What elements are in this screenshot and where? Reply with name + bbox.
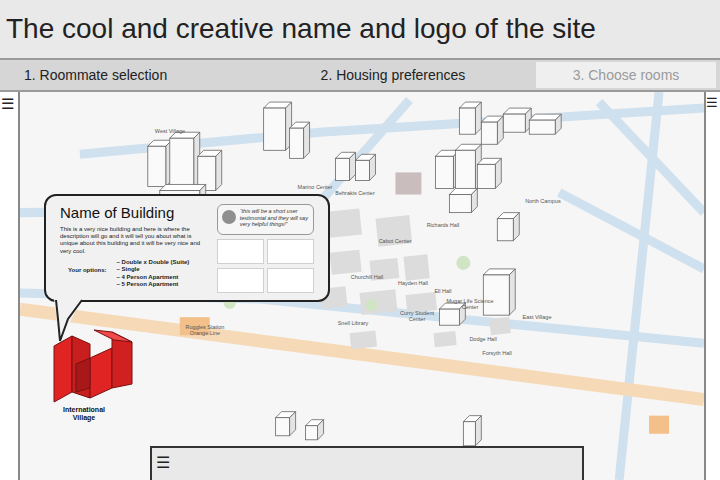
photo-placeholder[interactable] — [267, 239, 314, 264]
map-label: Churchill Hall — [342, 274, 392, 280]
popup-tail — [52, 299, 86, 343]
campus-map[interactable]: West Village Marino CenterBehrakis Center… — [20, 92, 704, 480]
left-menu-button[interactable]: ☰ — [1, 96, 14, 111]
map-label: West Village — [145, 128, 195, 134]
photo-placeholder[interactable] — [217, 239, 264, 264]
map-building[interactable] — [336, 152, 356, 180]
steps-bar: 1. Roommate selection2. Housing preferen… — [0, 60, 720, 92]
map-building[interactable] — [306, 420, 324, 440]
right-menu-button[interactable]: ☰ — [706, 96, 718, 109]
option-item: – 5 Person Apartment — [117, 281, 190, 288]
site-title: The cool and creative name and logo of t… — [6, 12, 596, 46]
selected-building-label: International Village — [54, 406, 114, 422]
popup-options: Your options:– Double x Double (Suite)– … — [60, 259, 209, 289]
app: The cool and creative name and logo of t… — [0, 0, 720, 480]
popup-info: Name of Building This is a very nice buil… — [60, 204, 209, 294]
building-icon — [50, 328, 136, 406]
map-building[interactable] — [483, 269, 515, 315]
popup-media: “this will be a short user testimonial a… — [217, 204, 314, 294]
left-sidebar: ☰ — [0, 92, 20, 480]
map-label: Ell Hall — [418, 288, 468, 294]
selected-building[interactable]: International Village — [48, 328, 138, 422]
map-label: Richards Hall — [418, 222, 468, 228]
map-label: Hayden Hall — [388, 280, 438, 286]
map-label: Ruggles Station Orange Line — [180, 324, 230, 337]
options-list: – Double x Double (Suite)– Single– 4 Per… — [117, 259, 190, 289]
bottom-panel: ☰ — [150, 446, 584, 480]
option-item: – 4 Person Apartment — [117, 274, 190, 281]
map-label: Curry Student Center — [392, 310, 442, 323]
map-building[interactable] — [503, 108, 531, 132]
map-building[interactable] — [477, 158, 501, 188]
map-label: Mugar Life Science Center — [445, 298, 495, 311]
building-popup: Name of Building This is a very nice buil… — [44, 194, 330, 302]
map-building[interactable] — [276, 412, 296, 436]
map-building[interactable] — [463, 416, 481, 446]
map-building[interactable] — [481, 116, 503, 144]
map-label: North Campus — [518, 198, 568, 204]
testimonial-box: “this will be a short user testimonial a… — [217, 204, 314, 235]
avatar-icon — [222, 210, 236, 224]
option-item: – Double x Double (Suite) — [117, 259, 190, 266]
map-label: East Village — [512, 314, 562, 320]
map-building[interactable] — [529, 114, 561, 134]
bottom-menu-button[interactable]: ☰ — [156, 454, 170, 471]
popup-description: This is a very nice building and here is… — [60, 226, 209, 255]
photo-placeholder[interactable] — [267, 268, 314, 293]
map-building[interactable] — [290, 122, 310, 158]
step-tab[interactable]: 3. Choose rooms — [536, 62, 716, 88]
step-tab[interactable]: 1. Roommate selection — [0, 60, 250, 90]
site-header: The cool and creative name and logo of t… — [0, 0, 720, 60]
map-building[interactable] — [356, 154, 376, 180]
map-building[interactable] — [439, 303, 465, 325]
main-area: ☰ West Village Marino CenterBehrakis Cente… — [0, 92, 720, 480]
map-building[interactable] — [170, 132, 200, 190]
options-label: Your options: — [60, 259, 107, 289]
map-label: Snell Library — [328, 320, 378, 326]
map-label: Dodge Hall — [458, 336, 508, 342]
option-item: – Single — [117, 266, 190, 273]
testimonial-text: “this will be a short user testimonial a… — [240, 208, 309, 228]
photo-grid — [217, 239, 314, 294]
map-label: Behrakis Center — [330, 190, 380, 196]
map-label: Forsyth Hall — [472, 350, 522, 356]
map-label: Cabot Center — [370, 238, 420, 244]
map-building[interactable] — [497, 213, 519, 241]
map-label: Marino Center — [290, 184, 340, 190]
step-tab[interactable]: 2. Housing preferences — [250, 60, 536, 90]
right-sidebar: ☰ — [704, 92, 720, 480]
photo-placeholder[interactable] — [217, 268, 264, 293]
map-building[interactable] — [459, 102, 481, 134]
map-building[interactable] — [449, 188, 477, 212]
map-building[interactable] — [148, 140, 172, 186]
map-building[interactable] — [264, 102, 292, 150]
popup-title: Name of Building — [60, 204, 209, 222]
